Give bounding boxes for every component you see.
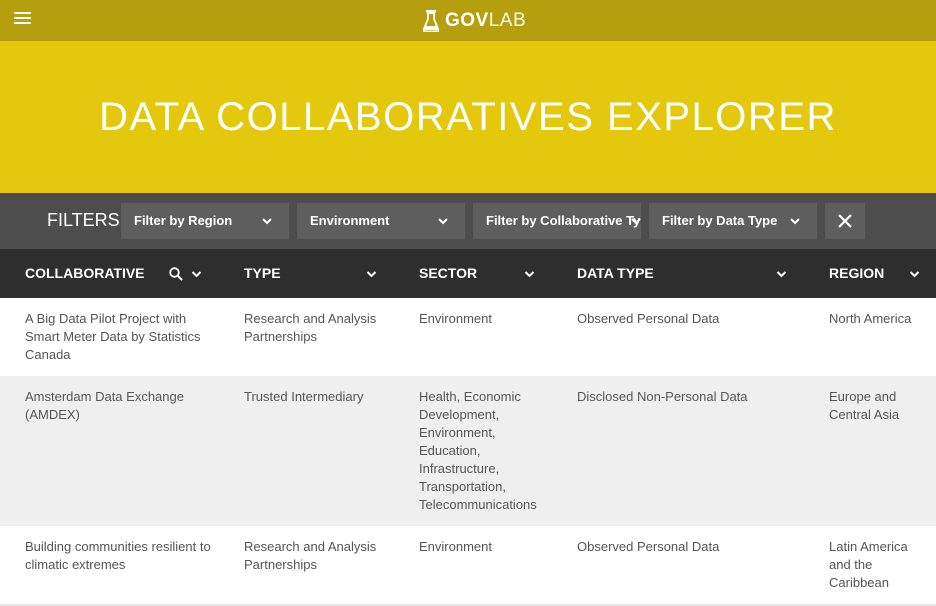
cell-region: Europe and Central Asia <box>829 389 900 422</box>
filter-bar: FILTERS Filter by Region Environment Fil… <box>0 193 936 249</box>
sector-filter-select[interactable]: Environment <box>297 203 465 239</box>
column-header-sector[interactable]: SECTOR <box>419 249 477 298</box>
cell-sector: Environment <box>419 539 492 554</box>
cell-collaborative[interactable]: A Big Data Pilot Project with Smart Mete… <box>25 310 215 364</box>
top-bar: GOVLAB <box>0 0 936 41</box>
collaborative-type-filter-value: Filter by Collaborative Type <box>486 213 641 228</box>
flask-icon <box>423 9 439 32</box>
cell-type: Trusted Intermediary <box>244 389 364 404</box>
sector-filter-value: Environment <box>310 213 390 228</box>
data-type-filter-select[interactable]: Filter by Data Type <box>649 203 817 239</box>
data-type-filter-value: Filter by Data Type <box>662 213 778 228</box>
column-header-collaborative[interactable]: COLLABORATIVE <box>25 249 145 298</box>
cell-region: North America <box>829 311 912 326</box>
column-header-data-type[interactable]: DATA TYPE <box>577 249 654 298</box>
cell-collaborative[interactable]: Building communities resilient to climat… <box>25 538 215 574</box>
search-icon[interactable] <box>169 267 183 281</box>
cell-type: Research and Analysis Partnerships <box>244 539 377 572</box>
clear-filters-button[interactable] <box>825 203 865 239</box>
logo-text: GOVLAB <box>445 9 527 31</box>
hamburger-icon[interactable] <box>14 12 31 26</box>
filters-label: FILTERS <box>47 210 120 230</box>
chevron-down-icon[interactable] <box>524 269 535 279</box>
cell-data-type: Observed Personal Data <box>577 539 720 554</box>
chevron-down-icon[interactable] <box>909 269 920 279</box>
column-header-type[interactable]: TYPE <box>244 249 281 298</box>
cell-sector: Health, Economic Development, Environmen… <box>419 389 537 512</box>
cell-data-type: Disclosed Non-Personal Data <box>577 389 748 404</box>
cell-data-type: Observed Personal Data <box>577 311 720 326</box>
table-row[interactable]: Amsterdam Data Exchange (AMDEX) Trusted … <box>0 376 936 526</box>
govlab-logo[interactable]: GOVLAB <box>423 8 526 33</box>
chevron-down-icon <box>438 218 448 225</box>
cell-collaborative[interactable]: Amsterdam Data Exchange (AMDEX) <box>25 388 215 424</box>
column-header-region[interactable]: REGION <box>829 249 884 298</box>
table-row[interactable]: A Big Data Pilot Project with Smart Mete… <box>0 298 936 376</box>
table-row[interactable]: Building communities resilient to climat… <box>0 526 936 604</box>
hero-banner: DATA COLLABORATIVES EXPLORER <box>0 41 936 193</box>
chevron-down-icon <box>262 218 272 225</box>
region-filter-select[interactable]: Filter by Region <box>121 203 289 239</box>
chevron-down-icon[interactable] <box>366 269 377 279</box>
cell-sector: Environment <box>419 311 492 326</box>
cell-region: Latin America and the Caribbean <box>829 539 908 590</box>
chevron-down-icon[interactable] <box>191 269 202 279</box>
chevron-down-icon <box>790 218 800 225</box>
chevron-down-icon <box>631 218 641 225</box>
region-filter-value: Filter by Region <box>134 213 233 228</box>
page-title: DATA COLLABORATIVES EXPLORER <box>99 94 837 139</box>
close-icon <box>838 214 852 228</box>
cell-type: Research and Analysis Partnerships <box>244 311 377 344</box>
collaborative-type-filter-select[interactable]: Filter by Collaborative Type <box>473 203 641 239</box>
chevron-down-icon[interactable] <box>776 269 787 279</box>
table-header: COLLABORATIVE TYPE SECTOR DATA TYPE REGI… <box>0 249 936 298</box>
